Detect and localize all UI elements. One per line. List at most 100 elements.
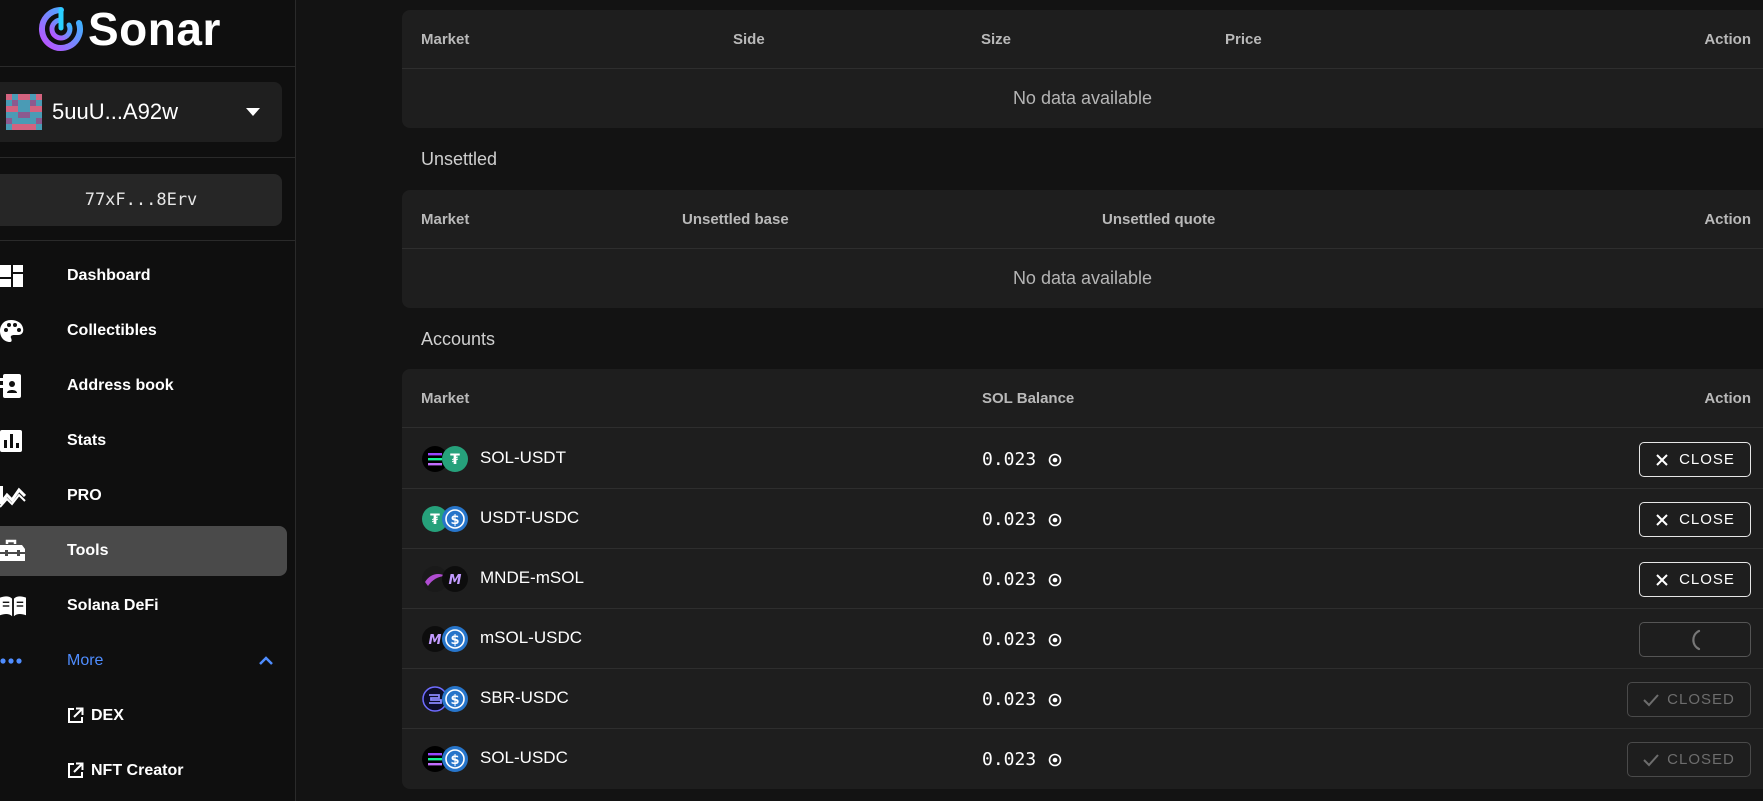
sidebar-item-collectibles[interactable]: Collectibles [0, 306, 287, 356]
table-header: Market Side Size Price Action [402, 10, 1763, 69]
wallet-address: 5uuU...A92w [52, 99, 178, 124]
section-title-accounts: Accounts [421, 329, 496, 349]
sidebar-item-label: PRO [67, 487, 102, 504]
column-header-action: Action [1704, 31, 1751, 48]
orders-table: Market Side Size Price Action No data av… [402, 10, 1763, 128]
usdt-usdc-token-pair-icon: ₮ $ [422, 506, 468, 532]
bar-chart-icon [0, 430, 22, 452]
close-account-button[interactable]: CLOSE [1639, 502, 1751, 537]
sol-balance: 0.023 [982, 509, 1037, 530]
external-link-icon [68, 762, 84, 778]
logo[interactable]: Sonar [38, 4, 221, 54]
sidebar-item-tools[interactable]: Tools [0, 526, 287, 576]
button-label: CLOSED [1667, 691, 1735, 708]
empty-state: No data available [1012, 268, 1153, 288]
svg-text:₮: ₮ [450, 452, 460, 468]
sidebar-item-stats[interactable]: Stats [0, 416, 287, 466]
accounts-table: Market SOL Balance Action ₮ SOL-USDT 0.0… [402, 369, 1763, 789]
svg-text:₮: ₮ [430, 512, 440, 528]
sidebar-item-label: Tools [67, 542, 109, 559]
close-icon [1656, 453, 1668, 466]
closed-account-button[interactable]: CLOSED [1627, 682, 1751, 717]
market-name: SOL-USDC [480, 748, 568, 767]
sol-usdt-token-pair-icon: ₮ [422, 446, 468, 472]
svg-text:$: $ [450, 633, 459, 648]
sidebar-item-label: Stats [67, 432, 107, 449]
check-icon [1643, 693, 1659, 706]
column-header-unsettled-base: Unsettled base [682, 211, 789, 228]
svg-text:M: M [429, 633, 442, 648]
sidebar-item-dex[interactable]: DEX [0, 691, 287, 741]
closed-account-button[interactable]: CLOSED [1627, 742, 1751, 777]
sbr-usdc-token-pair-icon: $ [422, 686, 468, 712]
sidebar-divider [0, 240, 296, 241]
loading-spinner-icon [1692, 629, 1701, 650]
button-label: CLOSE [1679, 451, 1735, 468]
wallet-selector[interactable]: 5uuU...A92w [0, 82, 282, 142]
sonar-logo-icon [39, 7, 83, 51]
sidebar-item-dashboard[interactable]: Dashboard [0, 251, 287, 301]
sidebar-item-solana-defi[interactable]: Solana DeFi [0, 581, 287, 631]
column-header-price: Price [1225, 31, 1262, 48]
trend-chart-icon [0, 486, 26, 508]
check-icon [1643, 753, 1659, 766]
sol-balance: 0.023 [982, 629, 1037, 650]
msol-usdc-token-pair-icon: M $ [422, 626, 468, 652]
dashboard-icon [0, 265, 23, 287]
sol-coin-icon [1048, 573, 1062, 587]
close-account-button[interactable]: CLOSE [1639, 442, 1751, 477]
sidebar-item-nft-creator[interactable]: NFT Creator [0, 746, 287, 796]
address-book-icon [0, 374, 21, 398]
unsettled-table: Market Unsettled base Unsettled quote Ac… [402, 190, 1763, 308]
column-header-unsettled-quote: Unsettled quote [1102, 211, 1216, 228]
sidebar-item-label: Dashboard [67, 267, 151, 284]
sol-coin-icon [1048, 693, 1062, 707]
svg-text:$: $ [450, 513, 459, 528]
chevron-up-icon[interactable] [257, 652, 275, 670]
button-label: CLOSE [1679, 511, 1735, 528]
account-address-button[interactable]: 77xF...8Erv [0, 174, 282, 226]
sol-balance: 0.023 [982, 569, 1037, 590]
table-row: $ SBR-USDC 0.023 CLOSED [402, 669, 1763, 729]
sidebar-divider [0, 66, 296, 67]
sol-balance: 0.023 [982, 749, 1037, 770]
sol-coin-icon [1048, 633, 1062, 647]
sol-coin-icon [1048, 753, 1062, 767]
sidebar: Sonar 5uuU...A92w 77xF...8Erv Dashboard … [0, 0, 296, 801]
market-name: USDT-USDC [480, 508, 580, 527]
table-row: $ SOL-USDC 0.023 CLOSED [402, 729, 1763, 789]
closing-account-button[interactable] [1639, 622, 1751, 657]
column-header-side: Side [733, 31, 765, 48]
column-header-action: Action [1704, 211, 1751, 228]
button-label: CLOSED [1667, 751, 1735, 768]
external-link-icon [68, 707, 84, 723]
column-header-market: Market [421, 390, 470, 407]
sidebar-item-label: NFT Creator [91, 762, 184, 779]
sidebar-item-pro[interactable]: PRO [0, 471, 287, 521]
table-row: ₮ SOL-USDT 0.023 CLOSE [402, 429, 1763, 489]
column-header-action: Action [1704, 390, 1751, 407]
market-name: MNDE-mSOL [480, 568, 584, 587]
column-header-sol-balance: SOL Balance [982, 390, 1075, 407]
table-row: M $ mSOL-USDC 0.023 [402, 609, 1763, 669]
palette-icon [0, 320, 24, 342]
sidebar-item-more[interactable]: More [0, 636, 287, 686]
sol-usdc-token-pair-icon: $ [422, 746, 468, 772]
table-row: M MNDE-mSOL 0.023 CLOSE [402, 549, 1763, 609]
sol-coin-icon [1048, 513, 1062, 527]
button-label: CLOSE [1679, 571, 1735, 588]
column-header-market: Market [421, 211, 470, 228]
close-icon [1656, 573, 1668, 586]
sidebar-item-address-book[interactable]: Address book [0, 361, 287, 411]
more-dots-icon [0, 658, 22, 664]
sidebar-item-label: Collectibles [67, 322, 157, 339]
svg-text:$: $ [450, 753, 459, 768]
svg-text:$: $ [450, 693, 459, 708]
app-name: Sonar [88, 3, 221, 55]
wallet-avatar-icon [6, 94, 42, 130]
close-account-button[interactable]: CLOSE [1639, 562, 1751, 597]
table-row: ₮ $ USDT-USDC 0.023 CLOSE [402, 489, 1763, 549]
market-name: mSOL-USDC [480, 628, 583, 647]
section-title-unsettled: Unsettled [421, 149, 498, 169]
sidebar-divider [0, 157, 296, 158]
